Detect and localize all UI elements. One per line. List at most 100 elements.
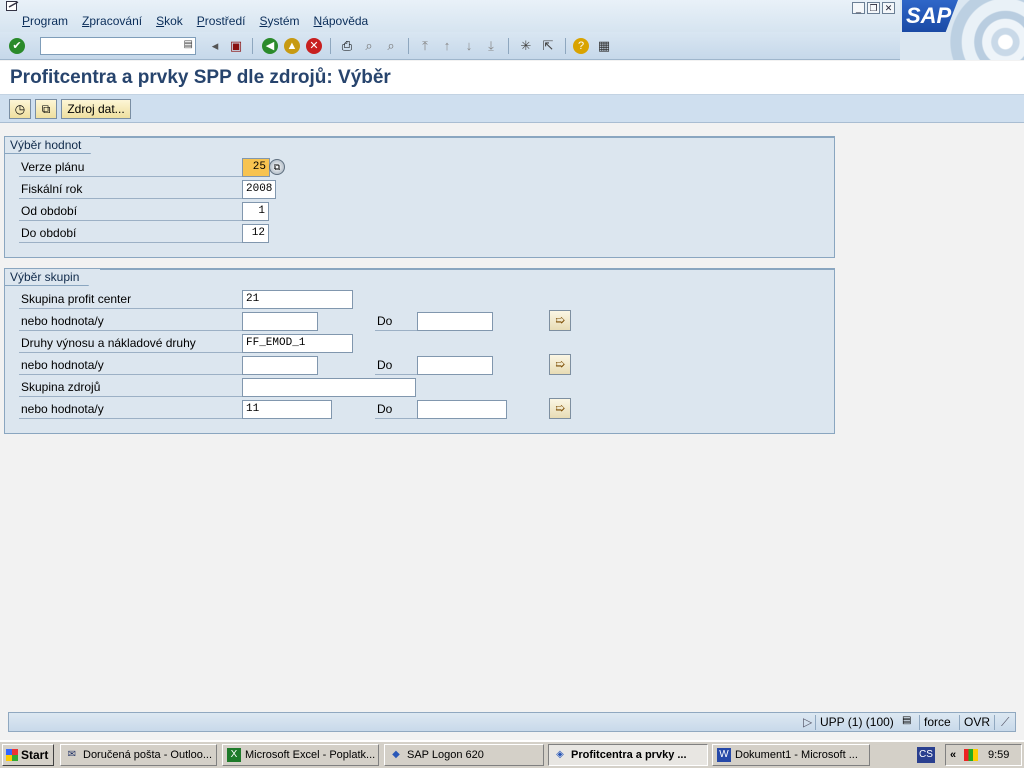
- task-label: Microsoft Excel - Poplatk...: [245, 749, 376, 761]
- fiscal-year-input[interactable]: 2008: [242, 180, 276, 199]
- command-field[interactable]: ▤: [40, 37, 196, 55]
- status-divider: [919, 715, 920, 730]
- cost-element-group-input[interactable]: FF_EMOD_1: [242, 334, 353, 353]
- cost-element-values-label: nebo hodnota/y: [19, 355, 243, 375]
- source-group-label: Skupina zdrojů: [19, 377, 243, 397]
- layout-menu-icon[interactable]: ▦: [595, 37, 613, 55]
- status-expand-icon[interactable]: ▷: [803, 715, 812, 729]
- system-menu-icon[interactable]: [6, 1, 20, 12]
- standard-toolbar: ✔ ▤ ◂ ▣ ◀ ▲ ✕ ⎙ ⌕ ⌕ ⤒ ↑ ↓ ⤓ ✳ ⇱ ? ▦: [0, 32, 900, 60]
- minimize-icon[interactable]: _: [852, 2, 865, 14]
- previous-page-icon[interactable]: ↑: [438, 37, 456, 55]
- resize-grip-icon[interactable]: ⟋: [1001, 715, 1009, 730]
- last-page-icon[interactable]: ⤓: [482, 37, 500, 55]
- separator: [408, 38, 409, 54]
- title-bar: Profitcentra a prvky SPP dle zdrojů: Výb…: [0, 61, 1024, 95]
- from-period-input[interactable]: 1: [242, 202, 269, 221]
- cost-element-from-input[interactable]: [242, 356, 318, 375]
- to-period-input[interactable]: 12: [242, 224, 269, 243]
- source-to-input[interactable]: [417, 400, 507, 419]
- from-period-label: Od období: [19, 201, 243, 221]
- application-toolbar: ◷ ⧉ Zdroj dat...: [0, 95, 1024, 123]
- plan-version-input[interactable]: 25: [242, 158, 270, 177]
- execute-clock-icon[interactable]: ◷: [9, 99, 31, 119]
- taskbar-item-excel[interactable]: X Microsoft Excel - Poplatk...: [222, 744, 379, 766]
- window-controls: _ ❐ ✕: [852, 2, 895, 14]
- new-session-icon[interactable]: ✳: [517, 37, 535, 55]
- menu-environment[interactable]: Prostředí: [197, 14, 246, 28]
- create-shortcut-icon[interactable]: ⇱: [539, 37, 557, 55]
- enter-checkmark-icon[interactable]: ✔: [9, 38, 25, 54]
- help-icon[interactable]: ?: [573, 38, 589, 54]
- group-selection-title: Výběr skupin: [5, 269, 101, 286]
- taskbar-item-sap-logon[interactable]: ◆ SAP Logon 620: [384, 744, 544, 766]
- matchcode-icon[interactable]: ⧉: [269, 159, 285, 175]
- profit-center-to-input[interactable]: [417, 312, 493, 331]
- command-history-icon[interactable]: ▤: [184, 39, 193, 50]
- separator: [330, 38, 331, 54]
- profit-center-group-label: Skupina profit center: [19, 289, 243, 309]
- session-list-icon[interactable]: ▤: [902, 715, 911, 726]
- profit-center-group-input[interactable]: 21: [242, 290, 353, 309]
- taskbar-item-outlook[interactable]: ✉ Doručená pošta - Outloo...: [60, 744, 217, 766]
- start-button[interactable]: Start: [2, 744, 54, 766]
- menu-processing[interactable]: Zpracování: [82, 14, 142, 28]
- tray-expand-icon[interactable]: «: [950, 745, 956, 765]
- tray-app-icon[interactable]: [964, 749, 978, 761]
- status-divider: [994, 715, 995, 730]
- menu-program[interactable]: Program: [22, 14, 68, 28]
- menu-bar: Program Zpracování Skok Prostředí Systém…: [0, 0, 1024, 32]
- separator: [252, 38, 253, 54]
- multiple-selection-arrow-icon[interactable]: ➯: [549, 310, 571, 331]
- print-icon[interactable]: ⎙: [338, 37, 356, 55]
- menu: Program Zpracování Skok Prostředí Systém…: [22, 14, 382, 28]
- session-info: UPP (1) (100): [820, 715, 894, 729]
- taskbar-item-word[interactable]: W Dokument1 - Microsoft ...: [712, 744, 870, 766]
- group-border: [100, 269, 835, 270]
- group-border: [100, 137, 835, 138]
- first-page-icon[interactable]: ⤒: [416, 37, 434, 55]
- status-bar: ▷ UPP (1) (100) ▤ force OVR ⟋: [8, 712, 1016, 732]
- profit-center-to-label: Do: [375, 311, 417, 331]
- separator: [508, 38, 509, 54]
- separator: [565, 38, 566, 54]
- menu-goto[interactable]: Skok: [156, 14, 183, 28]
- to-period-label: Do období: [19, 223, 243, 243]
- insert-mode: OVR: [964, 715, 991, 729]
- server-mode: force: [924, 715, 951, 729]
- source-from-input[interactable]: 11: [242, 400, 332, 419]
- multiple-selection-arrow-icon[interactable]: ➯: [549, 398, 571, 419]
- fiscal-year-label: Fiskální rok: [19, 179, 243, 199]
- cost-element-to-label: Do: [375, 355, 417, 375]
- variants-icon[interactable]: ⧉: [35, 99, 57, 119]
- close-icon[interactable]: ✕: [882, 2, 895, 14]
- find-icon[interactable]: ⌕: [360, 37, 378, 55]
- data-source-button[interactable]: Zdroj dat...: [61, 99, 131, 119]
- language-indicator[interactable]: CS: [917, 747, 935, 763]
- source-to-label: Do: [375, 399, 417, 419]
- menu-system[interactable]: Systém: [259, 14, 299, 28]
- word-icon: W: [717, 748, 731, 762]
- source-values-label: nebo hodnota/y: [19, 399, 243, 419]
- find-next-icon[interactable]: ⌕: [382, 37, 400, 55]
- restore-icon[interactable]: ❐: [867, 2, 880, 14]
- back-arrow-small-icon[interactable]: ◂: [206, 37, 224, 55]
- source-group-input[interactable]: [242, 378, 416, 397]
- profit-center-from-input[interactable]: [242, 312, 318, 331]
- taskbar-item-sap-active[interactable]: ◈ Profitcentra a prvky ...: [548, 744, 708, 766]
- cancel-icon[interactable]: ✕: [306, 38, 322, 54]
- cost-element-to-input[interactable]: [417, 356, 493, 375]
- status-divider: [959, 715, 960, 730]
- sap-window-icon: ◈: [556, 749, 564, 760]
- next-page-icon[interactable]: ↓: [460, 37, 478, 55]
- multiple-selection-arrow-icon[interactable]: ➯: [549, 354, 571, 375]
- excel-icon: X: [227, 748, 241, 762]
- status-divider: [815, 715, 816, 730]
- back-icon[interactable]: ◀: [262, 38, 278, 54]
- exit-icon[interactable]: ▲: [284, 38, 300, 54]
- save-icon[interactable]: ▣: [227, 37, 245, 55]
- menu-help[interactable]: Nápověda: [314, 14, 369, 28]
- system-tray: « 9:59: [945, 744, 1022, 766]
- sap-logon-icon: ◆: [392, 749, 400, 760]
- task-label: Doručená pošta - Outloo...: [83, 749, 213, 761]
